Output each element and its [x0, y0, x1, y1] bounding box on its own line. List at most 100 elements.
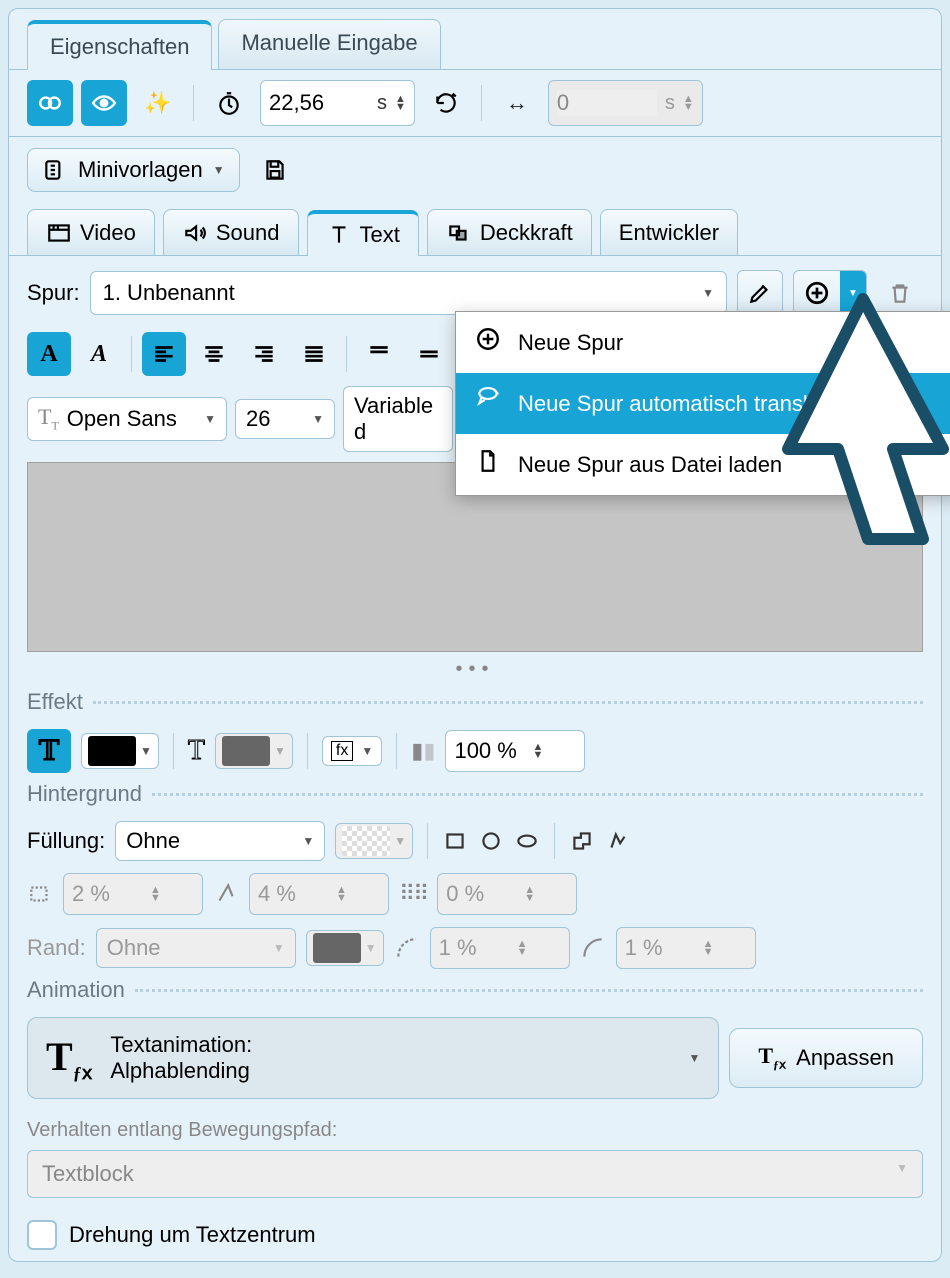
- fill-type-value: Ohne: [126, 828, 180, 854]
- duration-field[interactable]: s ▲▼: [260, 80, 415, 126]
- time-refresh-icon[interactable]: [423, 80, 469, 126]
- corner2-icon: [580, 935, 606, 961]
- valign-top-button[interactable]: [357, 332, 401, 376]
- shape-custom2-icon[interactable]: [605, 828, 631, 854]
- chevron-down-icon: ▼: [213, 163, 225, 177]
- separator: [346, 336, 347, 372]
- background-section-label: Hintergrund: [27, 781, 142, 807]
- second-duration-input: [557, 90, 657, 116]
- delete-spur-button[interactable]: [877, 270, 923, 316]
- text-effect-toggle[interactable]: 𝕋: [27, 729, 71, 773]
- file-open-icon: [474, 448, 502, 481]
- align-right-button[interactable]: [242, 332, 286, 376]
- separator: [554, 823, 555, 859]
- corner2-field: ▲▼: [616, 927, 756, 969]
- subtab-sound[interactable]: Sound: [163, 209, 299, 255]
- separator: [307, 733, 308, 769]
- corner1-icon: [394, 935, 420, 961]
- fill-label: Füllung:: [27, 828, 105, 854]
- corner1-field: ▲▼: [430, 927, 570, 969]
- italic-button[interactable]: A: [77, 332, 121, 376]
- path-behavior-value: Textblock: [42, 1161, 134, 1187]
- edit-spur-button[interactable]: [737, 270, 783, 316]
- chevron-down-icon: ▼: [688, 1051, 700, 1065]
- font-size-select[interactable]: 26 ▼: [235, 399, 335, 439]
- stopwatch-icon[interactable]: [206, 80, 252, 126]
- opacity-spinner[interactable]: ▲▼: [532, 743, 543, 759]
- chevron-down-icon: ▼: [702, 286, 714, 300]
- align-left-button[interactable]: [142, 332, 186, 376]
- subtab-developer[interactable]: Entwickler: [600, 209, 738, 255]
- blur-icon: [27, 881, 53, 907]
- scatter-input: [446, 881, 516, 907]
- shadow-input: [258, 881, 328, 907]
- tab-properties[interactable]: Eigenschaften: [27, 20, 212, 70]
- blur-input: [72, 881, 142, 907]
- mini-templates-dropdown[interactable]: Minivorlagen ▼: [27, 148, 240, 192]
- subtab-video[interactable]: Video: [27, 209, 155, 255]
- subtab-opacity-label: Deckkraft: [480, 220, 573, 246]
- spur-value: 1. Unbenannt: [103, 280, 235, 306]
- subtab-text-label: Text: [360, 222, 400, 248]
- duration-input[interactable]: [269, 90, 369, 116]
- shape-custom1-icon[interactable]: [569, 828, 595, 854]
- menu-auto-transcribe-label: Neue Spur automatisch transkribieren: [518, 391, 887, 417]
- animation-preset-select[interactable]: Tƒ𝗑 Textanimation: Alphablending ▼: [27, 1017, 719, 1099]
- save-icon[interactable]: [252, 147, 298, 193]
- path-behavior-select: Textblock ▼: [27, 1150, 923, 1198]
- mini-templates-label: Minivorlagen: [78, 157, 203, 183]
- shape-circle-icon[interactable]: [478, 828, 504, 854]
- tab-manual-input[interactable]: Manuelle Eingabe: [218, 19, 440, 69]
- visibility-eye-icon[interactable]: [81, 80, 127, 126]
- align-center-button[interactable]: [192, 332, 236, 376]
- speech-sparkle-icon: [474, 387, 502, 420]
- opacity-icon: ▮▮: [411, 738, 435, 764]
- bold-button[interactable]: A: [27, 332, 71, 376]
- rotate-checkbox[interactable]: [27, 1220, 57, 1250]
- corner2-input: [625, 935, 695, 961]
- font-family-select[interactable]: TT Open Sans ▼: [27, 397, 227, 440]
- path-behavior-label: Verhalten entlang Bewegungspfad:: [9, 1105, 941, 1144]
- menu-load-from-file[interactable]: Neue Spur aus Datei laden: [456, 434, 950, 495]
- shape-ellipse-icon[interactable]: [514, 828, 540, 854]
- duration-spinner[interactable]: ▲▼: [395, 95, 406, 111]
- add-spur-split-button[interactable]: ▼: [793, 270, 867, 316]
- visibility-toggle-both-icon[interactable]: [27, 80, 73, 126]
- magic-wand-icon[interactable]: ✨: [135, 80, 181, 126]
- menu-new-spur[interactable]: Neue Spur: [456, 312, 950, 373]
- second-duration-unit: s: [665, 92, 675, 115]
- border-type-value: Ohne: [107, 935, 161, 961]
- duration-unit: s: [377, 92, 387, 115]
- fill-type-select[interactable]: Ohne ▼: [115, 821, 325, 861]
- spur-select[interactable]: 1. Unbenannt ▼: [90, 271, 727, 315]
- opacity-field[interactable]: ▲▼: [445, 730, 585, 772]
- separator: [427, 823, 428, 859]
- separator: [396, 733, 397, 769]
- subtab-developer-label: Entwickler: [619, 220, 719, 246]
- shape-rect-icon[interactable]: [442, 828, 468, 854]
- chevron-down-icon: ▼: [204, 412, 216, 426]
- animation-adjust-button[interactable]: Tƒ𝗑 Anpassen: [729, 1028, 923, 1087]
- add-spur-button[interactable]: [794, 271, 840, 315]
- subtab-opacity[interactable]: Deckkraft: [427, 209, 592, 255]
- divider: [135, 989, 923, 992]
- fx-preset-select[interactable]: fx ▼: [322, 736, 382, 766]
- text-color-picker[interactable]: ▼: [81, 733, 159, 769]
- font-variable-select[interactable]: Variable d: [343, 386, 453, 452]
- outline-color-picker[interactable]: ▼: [215, 733, 293, 769]
- align-justify-button[interactable]: [292, 332, 336, 376]
- double-arrow-icon[interactable]: ↔: [494, 80, 540, 126]
- menu-new-spur-label: Neue Spur: [518, 330, 623, 356]
- valign-middle-button[interactable]: [407, 332, 451, 376]
- add-spur-dropdown[interactable]: ▼: [840, 271, 866, 315]
- subtab-text[interactable]: Text: [307, 210, 419, 256]
- menu-auto-transcribe[interactable]: Neue Spur automatisch transkribieren: [456, 373, 950, 434]
- blur-field: ▲▼: [63, 873, 203, 915]
- opacity-input[interactable]: [454, 738, 524, 764]
- fill-color-picker[interactable]: ▼: [335, 823, 413, 859]
- corner1-input: [439, 935, 509, 961]
- subtab-sound-label: Sound: [216, 220, 280, 246]
- resize-handle[interactable]: •••: [9, 652, 941, 687]
- outline-effect-icon[interactable]: T: [188, 735, 205, 767]
- shadow-field: ▲▼: [249, 873, 389, 915]
